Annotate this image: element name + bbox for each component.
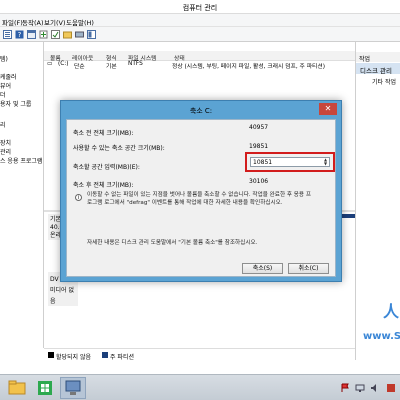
taskbar-computer-management[interactable] — [60, 377, 86, 399]
legend-primary-swatch — [102, 352, 108, 358]
dialog-title: 축소 C: — [189, 107, 213, 115]
action-disk-management[interactable]: 디스크 관리 — [356, 63, 400, 75]
window-title: 컴퓨터 관리 — [182, 4, 218, 12]
dialog-body: 축소 전 전체 크기(MB): 40957 사용할 수 있는 축소 공간 크기(… — [66, 119, 336, 277]
watermark: 人 www.Sla — [363, 298, 400, 344]
watermark-text: www.Sla — [363, 331, 400, 342]
taskbar — [0, 374, 400, 400]
dialog-help-text: 자세한 내용은 디스크 관리 도움말에서 "기본 볼륨 축소"를 참조하십시오. — [87, 240, 258, 246]
help-icon[interactable]: ? — [15, 30, 24, 39]
store-icon — [38, 381, 52, 395]
cell-volume: (C:) — [58, 61, 69, 67]
label-available-space: 사용할 수 있는 축소 공간 크기(MB): — [73, 145, 165, 152]
taskbar-explorer[interactable] — [4, 377, 30, 399]
computer-management-icon — [65, 380, 81, 395]
dialog-note: 이동할 수 없는 파일이 있는 지점을 벗어나 볼륨을 축소할 수 없습니다. … — [87, 192, 312, 206]
tree-item[interactable]: 케줄러 — [0, 72, 17, 81]
label-total-before: 축소 전 전체 크기(MB): — [73, 130, 134, 137]
check-icon[interactable] — [51, 30, 60, 39]
volume-icon[interactable] — [370, 383, 380, 393]
legend: 할당되지 않음 주 파티션 — [44, 348, 355, 361]
menu-help[interactable]: 도움말(H) — [66, 17, 94, 27]
drive-icon: ▭ — [47, 61, 53, 67]
tree-item[interactable]: 용자 및 그룹 — [0, 99, 31, 108]
cell-layout: 단순 — [74, 64, 85, 70]
value-available-space: 19851 — [249, 143, 269, 150]
console-icon[interactable] — [27, 30, 36, 39]
spin-buttons: ▲ ▼ — [322, 158, 329, 166]
tree-item[interactable]: 뷰어 — [0, 81, 11, 90]
tree-item[interactable]: 스 응용 프로그램 — [0, 156, 42, 165]
tree-item[interactable]: 템) — [0, 54, 8, 63]
flag-icon[interactable] — [340, 383, 350, 393]
value-total-before: 40957 — [249, 124, 269, 131]
tree-item[interactable]: 관리 — [0, 147, 11, 156]
shrink-button[interactable]: 축소(S) — [242, 263, 283, 274]
value-total-after: 30106 — [249, 178, 269, 185]
menu-action[interactable]: 동작(A) — [22, 17, 43, 27]
connect-icon[interactable] — [39, 30, 48, 39]
toolbar: ? — [0, 27, 400, 42]
label-total-after: 축소 후 전체 크기(MB): — [73, 182, 134, 189]
legend-unallocated-swatch — [48, 352, 54, 358]
window-titlebar: 컴퓨터 관리 — [0, 0, 400, 14]
folder-icon — [8, 380, 26, 395]
svg-text:?: ? — [18, 31, 22, 39]
taskbar-store[interactable] — [32, 377, 58, 399]
shrink-dialog: 축소 C: ✕ 축소 전 전체 크기(MB): 40957 사용할 수 있는 축… — [60, 100, 342, 282]
tree-item[interactable]: 장치 — [0, 138, 11, 147]
tree-item[interactable]: 더 — [0, 90, 6, 99]
cell-filesystem: NTFS — [128, 61, 143, 67]
dialog-titlebar[interactable]: 축소 C: ✕ — [61, 101, 341, 119]
watermark-glyph: 人 — [383, 302, 400, 321]
close-icon[interactable]: ✕ — [319, 103, 337, 115]
cell-type: 기본 — [106, 64, 117, 70]
menu-file[interactable]: 파일(F) — [2, 17, 23, 27]
actions-header: 작업 — [356, 52, 400, 63]
table-header: 볼륨 레이아웃 형식 파일 시스템 상태 — [44, 51, 355, 62]
info-icon: i — [75, 194, 82, 201]
cell-status: 정상 (시스템, 부팅, 페이지 파일, 활성, 크래시 덤프, 주 파티션) — [172, 64, 325, 70]
tree-item[interactable]: 리 — [0, 120, 6, 129]
menu-view[interactable]: 보기(V) — [44, 17, 65, 27]
legend-unallocated-label: 할당되지 않음 — [56, 354, 92, 361]
menu-bar: 파일(F) 동작(A) 보기(V) 도움말(H) — [0, 14, 400, 27]
label-shrink-amount: 축소할 공간 입력(MB)(E): — [73, 164, 140, 171]
view-icon[interactable] — [87, 30, 96, 39]
cancel-button[interactable]: 취소(C) — [288, 263, 329, 274]
legend-primary-label: 주 파티션 — [110, 354, 134, 361]
network-icon[interactable] — [355, 383, 365, 393]
disk-icon[interactable] — [75, 30, 84, 39]
dvd-status: 미디어 없음 — [50, 287, 74, 305]
navigation-tree: 템) 케줄러 뷰어 더 용자 및 그룹 리 장치 관리 스 응용 프로그램 — [0, 42, 44, 348]
spin-down-icon[interactable]: ▼ — [322, 162, 329, 166]
shrink-amount-value: 10851 — [253, 159, 273, 166]
properties-icon[interactable] — [3, 30, 12, 39]
action-more[interactable]: 기타 작업 — [372, 77, 396, 86]
shrink-amount-highlight: 10851 ▲ ▼ — [245, 152, 335, 172]
notification-icon[interactable] — [386, 383, 396, 393]
open-icon[interactable] — [63, 30, 72, 39]
shrink-amount-input[interactable]: 10851 ▲ ▼ — [250, 157, 330, 167]
